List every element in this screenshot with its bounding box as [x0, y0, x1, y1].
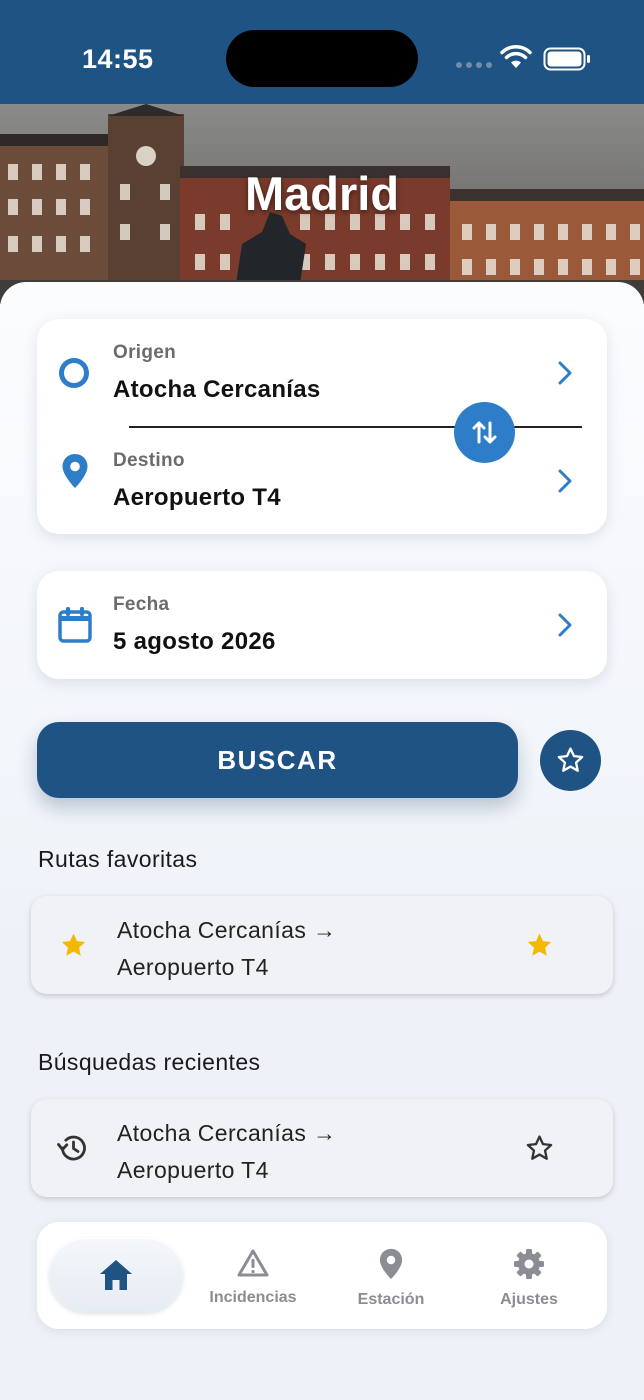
- gear-icon: [514, 1249, 544, 1279]
- home-icon: [100, 1260, 132, 1290]
- origin-row[interactable]: Origen Atocha Cercanías: [37, 319, 607, 426]
- nav-incidencias-label: Incidencias: [209, 1289, 297, 1306]
- origin-circle-icon: [59, 358, 89, 388]
- nav-ajustes-tab[interactable]: Ajustes: [469, 1248, 589, 1309]
- recent-search-item[interactable]: Atocha Cercanías → Aeropuerto T4: [31, 1099, 613, 1197]
- route-line-1: Atocha Cercanías →: [117, 917, 337, 943]
- swap-vertical-icon: [472, 421, 497, 444]
- location-pin-icon: [379, 1248, 403, 1280]
- nav-estacion-tab[interactable]: Estación: [331, 1248, 451, 1309]
- origin-label: Origen: [113, 342, 177, 363]
- dynamic-island: [226, 30, 418, 87]
- route-line-2: Aeropuerto T4: [117, 954, 269, 980]
- wifi-icon: [500, 45, 532, 68]
- bottom-navigation: Incidencias Estación Ajustes: [37, 1222, 607, 1329]
- nav-ajustes-label: Ajustes: [500, 1291, 558, 1308]
- calendar-icon: [58, 607, 92, 643]
- location-pin-icon: [62, 454, 88, 488]
- add-favorite-star-icon[interactable]: [524, 1133, 555, 1164]
- battery-icon: [543, 47, 590, 71]
- star-filled-icon: [61, 933, 86, 956]
- warning-icon: [237, 1249, 269, 1277]
- favorite-route-item[interactable]: Atocha Cercanías → Aeropuerto T4: [31, 896, 613, 994]
- route-line-1: Atocha Cercanías →: [117, 1120, 337, 1146]
- city-title: Madrid: [244, 167, 400, 220]
- status-time: 14:55: [82, 44, 154, 74]
- search-button[interactable]: BUSCAR: [37, 722, 518, 798]
- remove-favorite-star-icon[interactable]: [524, 930, 555, 961]
- nav-estacion-label: Estación: [357, 1291, 425, 1308]
- route-card: Origen Atocha Cercanías Destino Aeropuer…: [37, 319, 607, 534]
- route-line-2: Aeropuerto T4: [117, 1157, 269, 1183]
- nav-home-tab[interactable]: [49, 1238, 183, 1312]
- date-card[interactable]: Fecha 5 agosto 2026: [37, 571, 607, 679]
- nav-incidencias-tab[interactable]: Incidencias: [193, 1248, 313, 1307]
- favorite-route-text: Atocha Cercanías → Aeropuerto T4: [117, 912, 336, 986]
- save-favorite-button[interactable]: [540, 730, 601, 791]
- recent-section-title: Búsquedas recientes: [38, 1049, 261, 1075]
- star-outline-icon: [557, 747, 584, 772]
- cellular-signal-icon: [456, 62, 492, 70]
- swap-stations-button[interactable]: [454, 402, 515, 463]
- chevron-right-icon: [558, 361, 572, 385]
- date-value: 5 agosto 2026: [113, 628, 276, 655]
- origin-value: Atocha Cercanías: [113, 376, 321, 403]
- destination-value: Aeropuerto T4: [113, 484, 281, 511]
- chevron-right-icon: [558, 613, 572, 637]
- destination-row[interactable]: Destino Aeropuerto T4: [37, 427, 447, 534]
- date-label: Fecha: [113, 594, 170, 615]
- recent-route-text: Atocha Cercanías → Aeropuerto T4: [117, 1115, 336, 1189]
- city-hero-image: Madrid: [0, 104, 644, 304]
- chevron-right-icon[interactable]: [556, 468, 574, 494]
- favorites-section-title: Rutas favoritas: [38, 846, 198, 872]
- destination-label: Destino: [113, 450, 185, 471]
- status-bar: 14:55: [0, 0, 644, 104]
- history-icon: [57, 1135, 86, 1161]
